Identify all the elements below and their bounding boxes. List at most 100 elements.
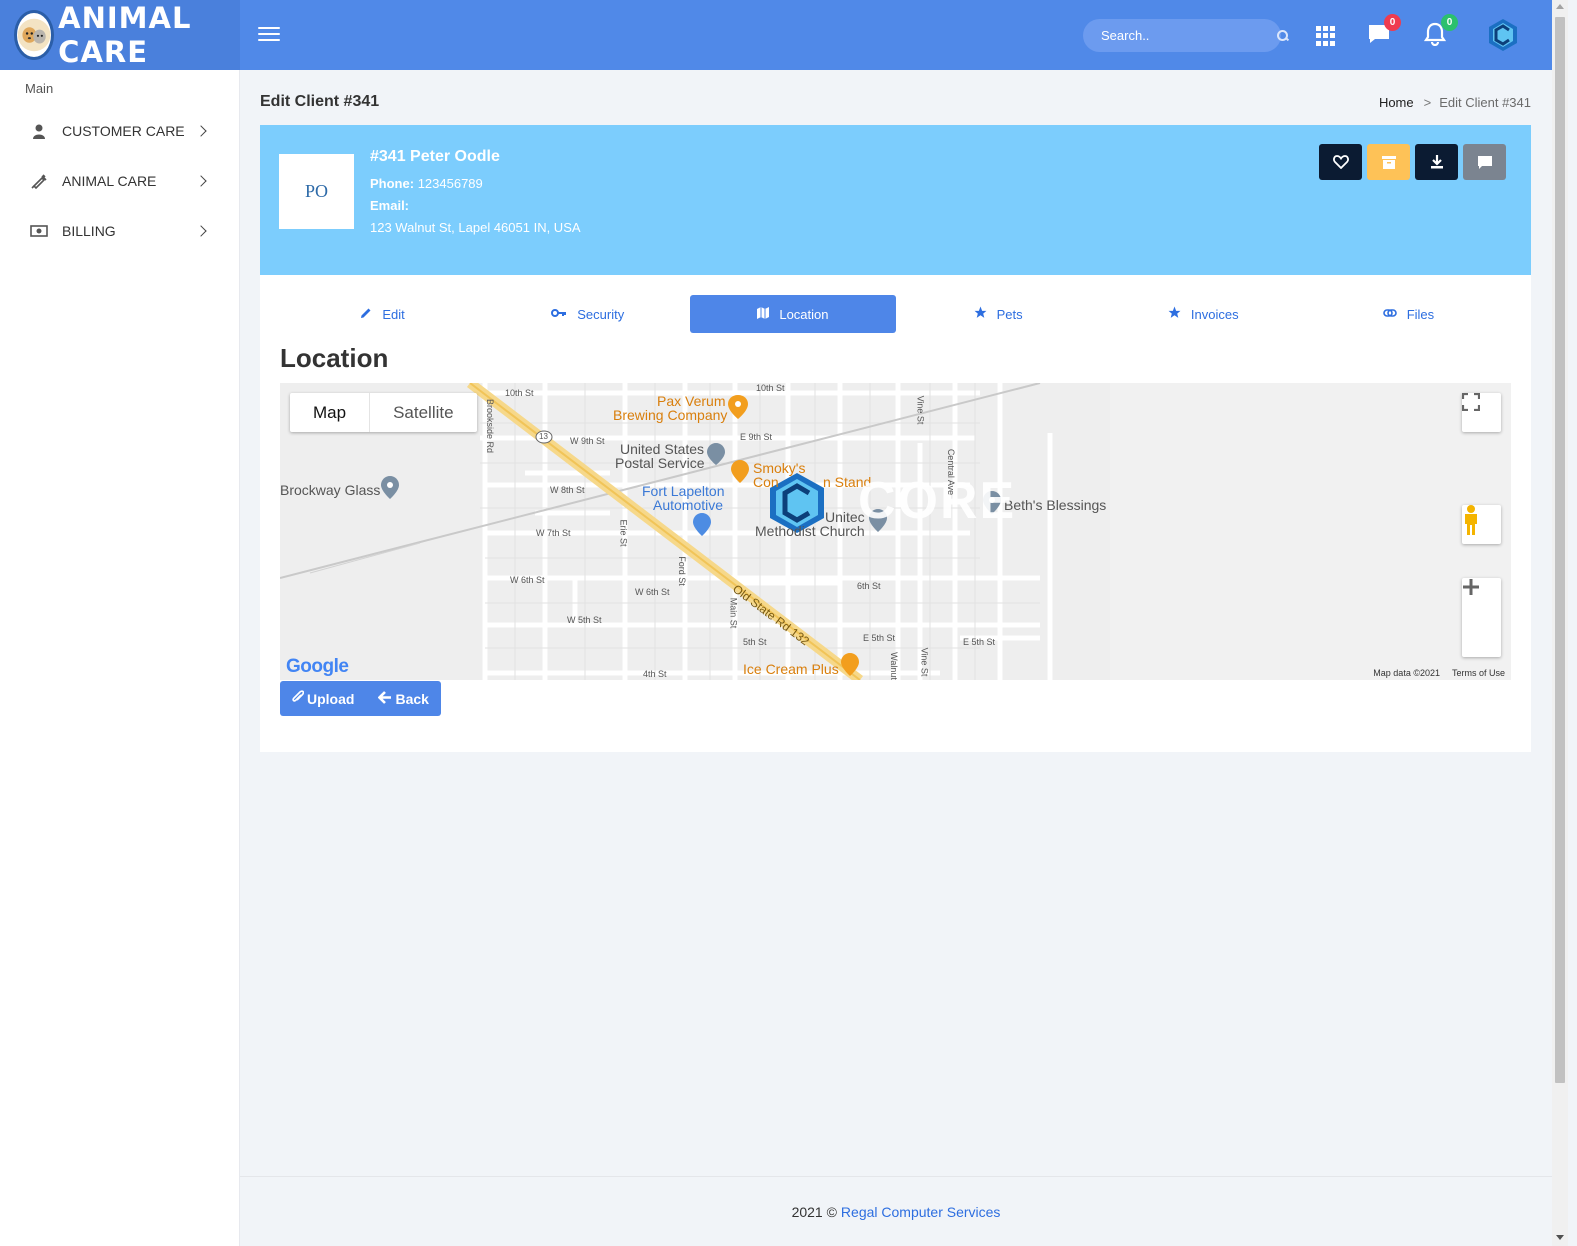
street-view-button[interactable]	[1462, 505, 1501, 544]
location-map[interactable]: Pax Verum Brewing Company United States …	[280, 383, 1511, 680]
place-label[interactable]: Con	[753, 475, 779, 489]
tab-location[interactable]: Location	[690, 295, 896, 333]
upload-label: Upload	[307, 690, 355, 707]
place-label[interactable]: Pax Verum	[657, 394, 725, 408]
tab-invoices[interactable]: Invoices	[1101, 295, 1306, 333]
street-label: W 6th St	[510, 575, 545, 585]
core-logo-icon	[1489, 19, 1517, 51]
tab-security[interactable]: Security	[485, 295, 690, 333]
place-label[interactable]: Brockway Glass	[280, 483, 380, 497]
core-watermark: CORE	[858, 472, 1017, 530]
fullscreen-button[interactable]	[1462, 393, 1501, 432]
star-icon	[974, 306, 987, 322]
notifications-button[interactable]: 0	[1423, 14, 1458, 48]
street-label: 6th St	[857, 581, 881, 591]
tab-edit[interactable]: Edit	[280, 295, 485, 333]
place-label[interactable]: Postal Service	[615, 456, 704, 470]
archive-button[interactable]	[1367, 144, 1410, 180]
comment-button[interactable]	[1463, 144, 1506, 180]
breadcrumb-home[interactable]: Home	[1379, 95, 1414, 110]
top-header: ANIMAL CARE 0 0	[0, 0, 1552, 70]
sidebar-item-customer-care[interactable]: CUSTOMER CARE	[0, 106, 239, 156]
tab-pets[interactable]: Pets	[896, 295, 1101, 333]
place-label[interactable]: United States	[620, 442, 704, 456]
user-avatar[interactable]	[1486, 18, 1520, 52]
street-label: Central Ave	[946, 448, 957, 496]
footer: 2021 © Regal Computer Services	[240, 1176, 1552, 1246]
route-shield-label: 13	[539, 432, 548, 441]
page-scrollbar[interactable]	[1552, 0, 1568, 1246]
upload-button[interactable]: Upload	[280, 681, 366, 716]
scrollbar-thumb[interactable]	[1555, 17, 1565, 1083]
action-buttons: Upload Back	[280, 681, 441, 716]
client-actions	[1319, 144, 1506, 180]
favorite-button[interactable]	[1319, 144, 1362, 180]
phone-label: Phone:	[370, 176, 415, 191]
apps-grid-icon[interactable]	[1316, 26, 1336, 46]
tab-label: Security	[577, 306, 625, 322]
money-icon	[30, 222, 48, 240]
place-label[interactable]: Fort Lapelton	[642, 484, 725, 498]
tab-label: Invoices	[1190, 306, 1239, 322]
brand[interactable]: ANIMAL CARE	[0, 0, 240, 70]
street-label: W 8th St	[550, 485, 585, 495]
sidebar-section-title: Main	[25, 81, 54, 96]
search-box[interactable]	[1083, 19, 1288, 52]
place-label[interactable]: Ice Cream Plus	[743, 662, 839, 676]
brand-logo	[14, 10, 55, 60]
download-button[interactable]	[1415, 144, 1458, 180]
place-label[interactable]: Methodist Church	[755, 524, 865, 538]
zoom-out-button[interactable]	[1462, 585, 1501, 657]
pegman-icon	[1465, 505, 1477, 535]
tab-label: Files	[1406, 306, 1435, 322]
street-label: W 9th St	[570, 436, 605, 446]
page-title: Edit Client #341	[260, 93, 380, 110]
fullscreen-icon	[1462, 393, 1480, 411]
street-label: W 5th St	[567, 615, 602, 625]
place-label[interactable]: Brewing Company	[613, 408, 727, 422]
street-label: W 7th St	[536, 528, 571, 538]
scroll-down-arrow-icon[interactable]	[1556, 1235, 1564, 1240]
search-input[interactable]	[1101, 28, 1277, 43]
map-type-satellite[interactable]: Satellite	[370, 393, 476, 432]
messages-button[interactable]: 0	[1367, 14, 1401, 48]
minus-icon	[1463, 585, 1479, 589]
street-label: 10th St	[756, 383, 785, 393]
tab-files[interactable]: Files	[1306, 295, 1511, 333]
place-label[interactable]: Automotive	[653, 498, 723, 512]
map-type-map[interactable]: Map	[290, 393, 371, 432]
street-label: E 9th St	[740, 432, 773, 442]
terms-link[interactable]: Terms of Use	[1452, 668, 1505, 678]
company-link[interactable]: Regal Computer Services	[841, 1204, 1001, 1220]
street-label: 10th St	[505, 388, 534, 398]
back-label: Back	[395, 690, 429, 707]
breadcrumb-current: Edit Client #341	[1439, 95, 1531, 110]
brand-name: ANIMAL CARE	[58, 1, 192, 69]
client-avatar: PO	[279, 154, 354, 229]
client-panel: Edit Security Location Pets Invoices Fil…	[260, 275, 1531, 752]
menu-toggle-icon[interactable]	[258, 24, 280, 44]
street-label: 4th St	[643, 669, 667, 679]
back-button[interactable]: Back	[366, 681, 440, 716]
download-icon	[1430, 155, 1443, 169]
arrow-left-icon	[378, 690, 392, 707]
paperclip-icon	[292, 690, 305, 707]
user-icon	[30, 122, 48, 140]
chevron-right-icon	[195, 225, 207, 237]
street-label: 5th St	[743, 637, 767, 647]
place-label[interactable]: Beth's Blessings	[1004, 498, 1106, 512]
breadcrumb: Home > Edit Client #341	[1379, 95, 1531, 110]
sidebar-item-label: ANIMAL CARE	[62, 173, 157, 189]
google-logo: Google	[286, 656, 349, 678]
street-label: Brookside Rd	[485, 398, 496, 454]
heart-icon	[1332, 155, 1349, 169]
google-logo-text: Google	[286, 656, 349, 677]
street-label: Ford St	[676, 556, 687, 586]
place-label[interactable]: Smoky's	[753, 461, 805, 475]
client-card: PO #341 Peter Oodle Phone: 123456789 Ema…	[260, 125, 1531, 275]
map-attribution: Map data ©2021 Terms of Use	[1373, 668, 1505, 678]
client-email: Email:	[370, 198, 581, 213]
scroll-up-arrow-icon[interactable]	[1556, 4, 1564, 9]
sidebar-item-billing[interactable]: BILLING	[0, 206, 239, 256]
sidebar-item-animal-care[interactable]: ANIMAL CARE	[0, 156, 239, 206]
